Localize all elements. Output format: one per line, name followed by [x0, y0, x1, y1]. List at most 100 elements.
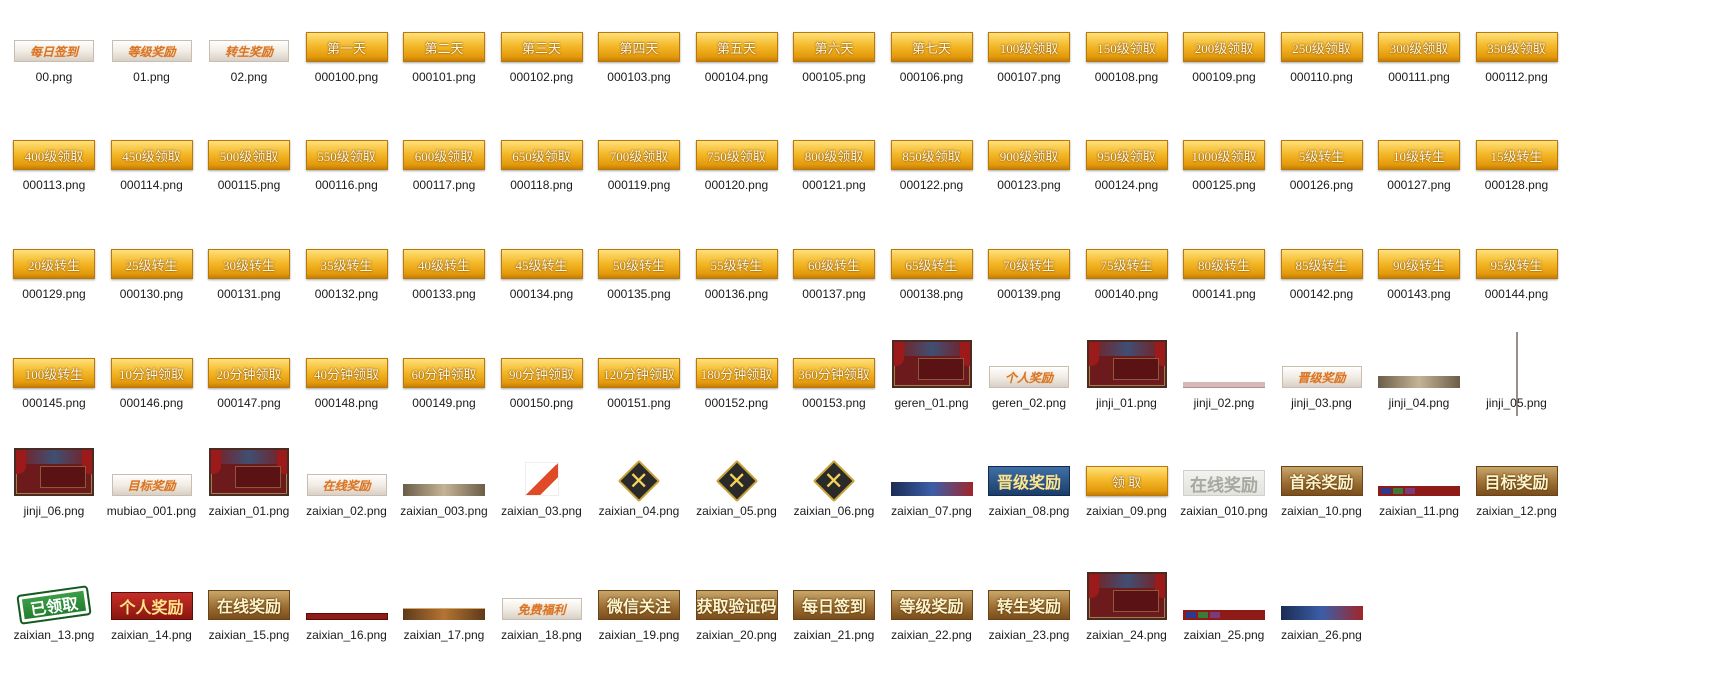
file-item[interactable]: 150级领取 000108.png: [1079, 6, 1175, 106]
file-item[interactable]: 360分钟领取 000153.png: [786, 332, 882, 432]
file-item[interactable]: zaixian_17.png: [396, 564, 492, 664]
file-item[interactable]: jinji_04.png: [1371, 332, 1467, 432]
file-item[interactable]: 转生奖励 02.png: [201, 6, 297, 106]
file-item[interactable]: 第二天 000101.png: [396, 6, 492, 106]
file-item[interactable]: 800级领取 000121.png: [786, 114, 882, 214]
file-item[interactable]: 100级领取 000107.png: [981, 6, 1077, 106]
file-item[interactable]: 在线奖励 zaixian_02.png: [299, 440, 395, 540]
file-item[interactable]: zaixian_11.png: [1371, 440, 1467, 540]
file-item[interactable]: 个人奖励 zaixian_14.png: [104, 564, 200, 664]
file-item[interactable]: 第一天 000100.png: [299, 6, 395, 106]
file-item[interactable]: 60分钟领取 000149.png: [396, 332, 492, 432]
file-item[interactable]: 5级转生 000126.png: [1274, 114, 1370, 214]
file-item[interactable]: 650级领取 000118.png: [494, 114, 590, 214]
file-item[interactable]: 晋级奖励 zaixian_08.png: [981, 440, 1077, 540]
file-item[interactable]: 100级转生 000145.png: [6, 332, 102, 432]
file-name: zaixian_02.png: [306, 504, 387, 518]
file-item[interactable]: 免费福利 zaixian_18.png: [494, 564, 590, 664]
file-item[interactable]: ✕ zaixian_06.png: [786, 440, 882, 540]
file-item[interactable]: 35级转生 000132.png: [299, 223, 395, 323]
file-item[interactable]: 350级领取 000112.png: [1469, 6, 1565, 106]
file-item[interactable]: jinji_02.png: [1176, 332, 1272, 432]
file-item[interactable]: jinji_05.png: [1469, 332, 1565, 432]
file-thumbnail: 90级转生: [1378, 249, 1460, 279]
file-item[interactable]: 1000级领取 000125.png: [1176, 114, 1272, 214]
file-item[interactable]: 400级领取 000113.png: [6, 114, 102, 214]
file-item[interactable]: 第四天 000103.png: [591, 6, 687, 106]
file-item[interactable]: 60级转生 000137.png: [786, 223, 882, 323]
file-thumbnail-frame: 首杀奖励: [1274, 440, 1370, 498]
file-item[interactable]: 70级转生 000139.png: [981, 223, 1077, 323]
file-item[interactable]: 55级转生 000136.png: [689, 223, 785, 323]
file-item[interactable]: 每日签到 00.png: [6, 6, 102, 106]
file-item[interactable]: zaixian_24.png: [1079, 564, 1175, 664]
thumbnail-caption: 在线奖励: [216, 599, 281, 616]
file-item[interactable]: 微信关注 zaixian_19.png: [591, 564, 687, 664]
file-item[interactable]: zaixian_16.png: [299, 564, 395, 664]
file-item[interactable]: 90级转生 000143.png: [1371, 223, 1467, 323]
file-item[interactable]: 首杀奖励 zaixian_10.png: [1274, 440, 1370, 540]
file-item[interactable]: zaixian_26.png: [1274, 564, 1370, 664]
file-item[interactable]: 已领取 zaixian_13.png: [6, 564, 102, 664]
file-item[interactable]: 80级转生 000141.png: [1176, 223, 1272, 323]
file-item[interactable]: jinji_06.png: [6, 440, 102, 540]
file-item[interactable]: 第七天 000106.png: [884, 6, 980, 106]
file-item[interactable]: 40级转生 000133.png: [396, 223, 492, 323]
file-item[interactable]: 120分钟领取 000151.png: [591, 332, 687, 432]
file-item[interactable]: 750级领取 000120.png: [689, 114, 785, 214]
file-item[interactable]: 15级转生 000128.png: [1469, 114, 1565, 214]
file-item[interactable]: zaixian_003.png: [396, 440, 492, 540]
file-item[interactable]: 第六天 000105.png: [786, 6, 882, 106]
file-item[interactable]: 目标奖励 zaixian_12.png: [1469, 440, 1565, 540]
file-item[interactable]: 在线奖励 zaixian_010.png: [1176, 440, 1272, 540]
file-item[interactable]: 600级领取 000117.png: [396, 114, 492, 214]
file-item[interactable]: 700级领取 000119.png: [591, 114, 687, 214]
file-item[interactable]: 获取验证码 zaixian_20.png: [689, 564, 785, 664]
file-item[interactable]: 等级奖励 01.png: [104, 6, 200, 106]
file-item[interactable]: 目标奖励 mubiao_001.png: [104, 440, 200, 540]
file-item[interactable]: geren_01.png: [884, 332, 980, 432]
file-item[interactable]: zaixian_07.png: [884, 440, 980, 540]
file-item[interactable]: 250级领取 000110.png: [1274, 6, 1370, 106]
file-item[interactable]: 在线奖励 zaixian_15.png: [201, 564, 297, 664]
file-item[interactable]: 第三天 000102.png: [494, 6, 590, 106]
file-item[interactable]: 个人奖励 geren_02.png: [981, 332, 1077, 432]
file-item[interactable]: 75级转生 000140.png: [1079, 223, 1175, 323]
file-item[interactable]: 20分钟领取 000147.png: [201, 332, 297, 432]
file-item[interactable]: 第五天 000104.png: [689, 6, 785, 106]
file-item[interactable]: 领 取 zaixian_09.png: [1079, 440, 1175, 540]
file-item[interactable]: 30级转生 000131.png: [201, 223, 297, 323]
file-item[interactable]: 晋级奖励 jinji_03.png: [1274, 332, 1370, 432]
file-item[interactable]: 450级领取 000114.png: [104, 114, 200, 214]
file-item[interactable]: zaixian_25.png: [1176, 564, 1272, 664]
file-item[interactable]: 20级转生 000129.png: [6, 223, 102, 323]
file-item[interactable]: zaixian_01.png: [201, 440, 297, 540]
file-item[interactable]: 等级奖励 zaixian_22.png: [884, 564, 980, 664]
file-item[interactable]: 95级转生 000144.png: [1469, 223, 1565, 323]
file-item[interactable]: zaixian_03.png: [494, 440, 590, 540]
file-item[interactable]: 每日签到 zaixian_21.png: [786, 564, 882, 664]
file-thumbnail-frame: 25级转生: [104, 223, 200, 281]
file-item[interactable]: ✕ zaixian_05.png: [689, 440, 785, 540]
file-item[interactable]: 45级转生 000134.png: [494, 223, 590, 323]
file-item[interactable]: jinji_01.png: [1079, 332, 1175, 432]
file-name: 000123.png: [997, 178, 1061, 192]
file-item[interactable]: 180分钟领取 000152.png: [689, 332, 785, 432]
file-item[interactable]: 25级转生 000130.png: [104, 223, 200, 323]
file-item[interactable]: 65级转生 000138.png: [884, 223, 980, 323]
file-item[interactable]: 90分钟领取 000150.png: [494, 332, 590, 432]
file-item[interactable]: 950级领取 000124.png: [1079, 114, 1175, 214]
file-item[interactable]: 550级领取 000116.png: [299, 114, 395, 214]
file-item[interactable]: 转生奖励 zaixian_23.png: [981, 564, 1077, 664]
file-item[interactable]: ✕ zaixian_04.png: [591, 440, 687, 540]
file-item[interactable]: 10级转生 000127.png: [1371, 114, 1467, 214]
file-item[interactable]: 40分钟领取 000148.png: [299, 332, 395, 432]
file-item[interactable]: 10分钟领取 000146.png: [104, 332, 200, 432]
file-item[interactable]: 300级领取 000111.png: [1371, 6, 1467, 106]
file-item[interactable]: 900级领取 000123.png: [981, 114, 1077, 214]
file-item[interactable]: 200级领取 000109.png: [1176, 6, 1272, 106]
file-item[interactable]: 850级领取 000122.png: [884, 114, 980, 214]
file-item[interactable]: 50级转生 000135.png: [591, 223, 687, 323]
file-item[interactable]: 85级转生 000142.png: [1274, 223, 1370, 323]
file-item[interactable]: 500级领取 000115.png: [201, 114, 297, 214]
